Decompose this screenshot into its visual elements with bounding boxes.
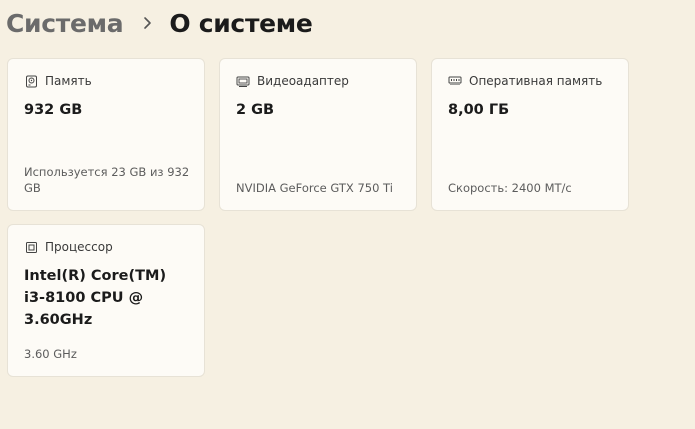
ram-card-header: Оперативная память: [448, 74, 602, 88]
processor-value: Intel(R) Core(TM) i3-8100 CPU @ 3.60GHz: [24, 268, 167, 328]
storage-detail: Используется 23 GB из 932 GB: [24, 165, 190, 195]
display-adapter-card-header: Видеоадаптер: [236, 74, 349, 88]
breadcrumb-parent-system[interactable]: Система: [6, 9, 124, 38]
memory-module-icon: [448, 74, 462, 88]
processor-card[interactable]: Процессор Intel(R) Core(TM) i3-8100 CPU …: [7, 224, 205, 377]
breadcrumb: Система О системе: [6, 6, 313, 40]
display-adapter-card[interactable]: Видеоадаптер 2 GB NVIDIA GeForce GTX 750…: [219, 58, 417, 211]
storage-label: Память: [45, 74, 92, 88]
display-adapter-icon: [236, 74, 250, 88]
display-adapter-value: 2 GB: [236, 102, 275, 118]
storage-card-header: Память: [24, 74, 92, 88]
storage-card[interactable]: Память 932 GB Используется 23 GB из 932 …: [7, 58, 205, 211]
ram-detail: Скорость: 2400 МТ/с: [448, 181, 572, 195]
processor-label: Процессор: [45, 240, 113, 254]
hard-drive-icon: [24, 74, 38, 88]
chevron-right-icon: [141, 16, 153, 30]
display-adapter-detail: NVIDIA GeForce GTX 750 Ti: [236, 181, 393, 195]
processor-icon: [24, 240, 38, 254]
display-adapter-label: Видеоадаптер: [257, 74, 349, 88]
ram-label: Оперативная память: [469, 74, 603, 88]
storage-value: 932 GB: [24, 102, 83, 118]
page-title: О системе: [169, 8, 313, 38]
ram-value: 8,00 ГБ: [448, 102, 510, 118]
ram-card[interactable]: Оперативная память 8,00 ГБ Скорость: 240…: [431, 58, 629, 211]
processor-detail: 3.60 GHz: [24, 347, 77, 361]
processor-card-header: Процессор: [24, 240, 113, 254]
